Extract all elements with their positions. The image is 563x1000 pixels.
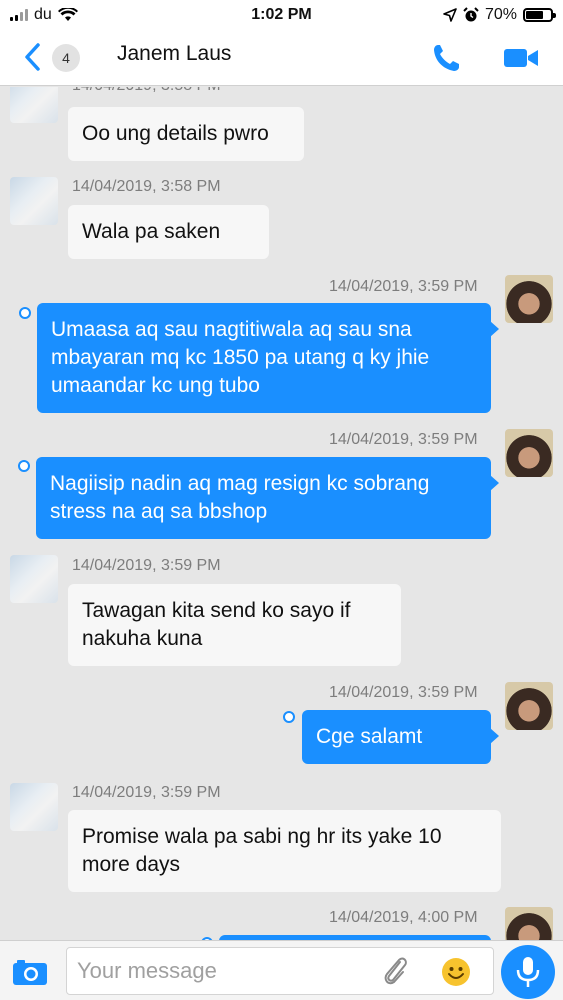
message-status-icon [18,460,30,472]
message-timestamp: 14/04/2019, 3:59 PM [72,557,221,574]
user-avatar[interactable] [505,429,553,477]
status-time: 1:02 PM [251,6,312,23]
battery-level [526,11,543,19]
user-avatar[interactable] [505,907,553,940]
battery-icon [523,8,556,22]
message-timestamp: 14/04/2019, 3:58 PM [72,87,221,95]
message-bubble[interactable]: Cge salamt [302,710,499,764]
camera-icon[interactable] [12,958,48,986]
message-timestamp: 14/04/2019, 3:59 PM [329,431,478,448]
user-avatar[interactable] [505,275,553,323]
signal-icon [10,9,28,21]
contact-avatar[interactable] [10,177,58,225]
message-input[interactable] [66,947,494,995]
status-right: 70% [443,6,556,24]
message-timestamp: 14/04/2019, 3:59 PM [72,784,221,801]
composer-bar [0,940,563,1000]
message-bubble[interactable]: Umaasa aq sau nagtitiwala aq sau sna mba… [37,303,499,413]
message-status-icon [283,711,295,723]
paperclip-icon[interactable] [380,954,410,988]
video-call-icon[interactable] [503,46,539,70]
emoji-icon[interactable] [441,957,471,987]
message-timestamp: 14/04/2019, 3:58 PM [72,178,221,195]
message-bubble[interactable]: Promise wala pa sabi ng hr its yake 10 m… [68,810,501,892]
location-arrow-icon [443,8,457,22]
alarm-icon [463,7,479,22]
message-bubble[interactable]: Nagiisip nadin aq mag resign kc sobrang … [36,457,499,539]
contact-avatar[interactable] [10,783,58,831]
battery-percent: 70% [484,6,517,23]
contact-avatar[interactable] [10,555,58,603]
message-list[interactable]: 14/04/2019, 3:58 PM Oo ung details pwro … [0,87,563,940]
chat-header: 4 Janem Laus [0,30,563,86]
contact-name[interactable]: Janem Laus [117,42,231,66]
user-avatar[interactable] [505,682,553,730]
contact-avatar[interactable] [10,87,58,123]
unread-count-badge[interactable]: 4 [52,44,80,72]
carrier-label: du [34,6,52,23]
message-timestamp: 14/04/2019, 3:59 PM [329,684,478,701]
status-bar: du 1:02 PM 70% [0,0,563,30]
message-timestamp: 14/04/2019, 4:00 PM [329,909,478,926]
message-timestamp: 14/04/2019, 3:59 PM [329,278,478,295]
voice-message-button[interactable] [501,945,555,999]
wifi-icon [57,8,78,21]
status-left: du [10,6,78,24]
microphone-icon [516,957,540,987]
message-bubble[interactable]: Wala pa saken [68,205,269,259]
back-chevron-icon[interactable] [20,42,46,72]
phone-icon[interactable] [431,42,461,74]
message-bubble[interactable]: Oo ung details pwro [68,107,304,161]
message-status-icon [19,307,31,319]
message-bubble[interactable]: Tawagan kita send ko sayo if nakuha kuna [68,584,401,666]
